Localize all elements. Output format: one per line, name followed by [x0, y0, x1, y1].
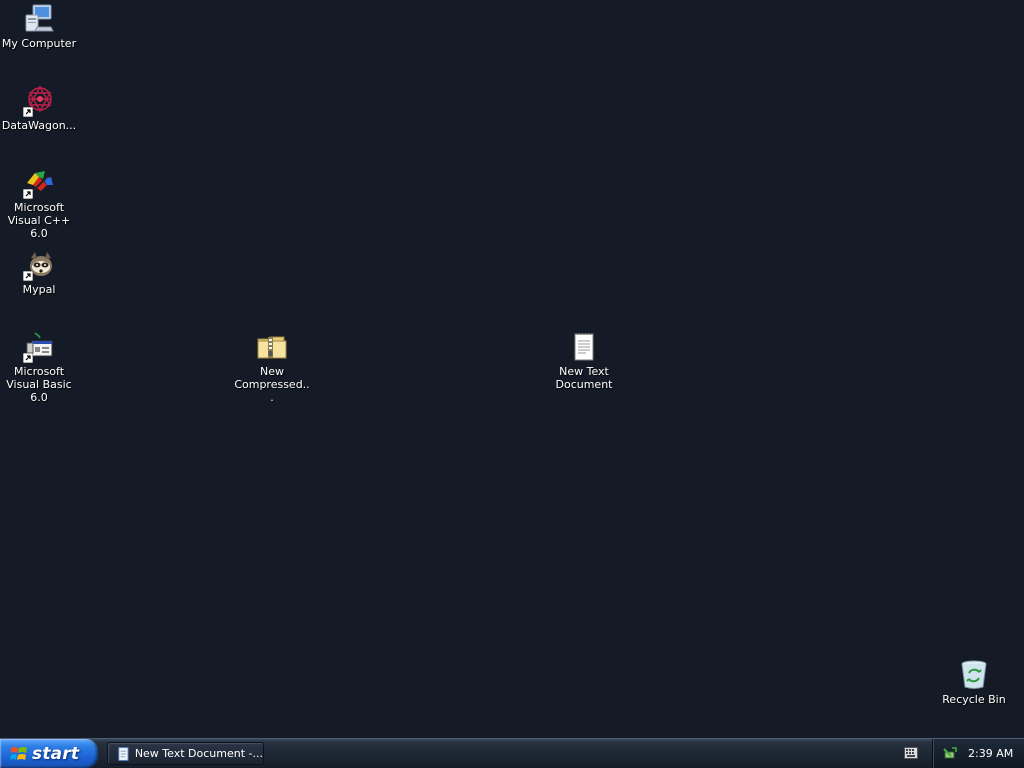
taskbar: start New Text Document -... 2:39 AM	[0, 738, 1024, 768]
icon-label: DataWagon...	[1, 119, 77, 132]
keyboard-icon[interactable]	[904, 747, 918, 759]
shortcut-arrow-icon	[23, 271, 33, 281]
shortcut-arrow-icon	[23, 107, 33, 117]
desktop-icon-datawagon[interactable]: DataWagon...	[0, 85, 78, 132]
icon-label: Microsoft Visual Basic 6.0	[6, 365, 72, 404]
desktop-icon-compressed-folder[interactable]: New Compressed...	[233, 331, 311, 404]
icon-label: Mypal	[22, 283, 56, 296]
my-computer-icon	[23, 3, 55, 35]
taskbar-button-label: New Text Document -...	[134, 747, 263, 760]
text-document-icon	[568, 331, 600, 363]
windows-logo-icon	[10, 746, 27, 760]
icon-label: Microsoft Visual C++ 6.0	[7, 201, 71, 240]
desktop: My Computer DataWagon... Microsoft Visua…	[0, 0, 1024, 738]
recycle-bin-icon	[958, 659, 990, 691]
icon-label: Recycle Bin	[942, 693, 1006, 706]
datawagon-icon	[23, 85, 55, 117]
icon-label: New Compressed...	[234, 365, 310, 404]
notepad-icon	[118, 746, 129, 761]
zip-folder-icon	[256, 331, 288, 363]
system-tray: 2:39 AM	[932, 739, 1024, 768]
desktop-icon-visual-cpp[interactable]: Microsoft Visual C++ 6.0	[0, 167, 78, 240]
desktop-icon-visual-basic[interactable]: Microsoft Visual Basic 6.0	[0, 331, 78, 404]
clock[interactable]: 2:39 AM	[968, 747, 1013, 760]
desktop-icon-mypal[interactable]: Mypal	[0, 249, 78, 296]
visual-basic-icon	[23, 331, 55, 363]
desktop-icon-recycle-bin[interactable]: Recycle Bin	[935, 659, 1013, 706]
shortcut-arrow-icon	[23, 189, 33, 199]
shortcut-arrow-icon	[23, 353, 33, 363]
desktop-icon-my-computer[interactable]: My Computer	[0, 3, 78, 50]
visual-cpp-icon	[23, 167, 55, 199]
icon-label: My Computer	[1, 37, 77, 50]
start-label: start	[32, 743, 80, 764]
mypal-icon	[23, 249, 55, 281]
desktop-icon-text-document[interactable]: New Text Document	[545, 331, 623, 391]
taskbar-button-notepad[interactable]: New Text Document -...	[107, 742, 264, 765]
start-button[interactable]: start	[0, 739, 98, 768]
safely-remove-hardware-icon[interactable]	[942, 746, 958, 762]
icon-label: New Text Document	[555, 365, 613, 391]
